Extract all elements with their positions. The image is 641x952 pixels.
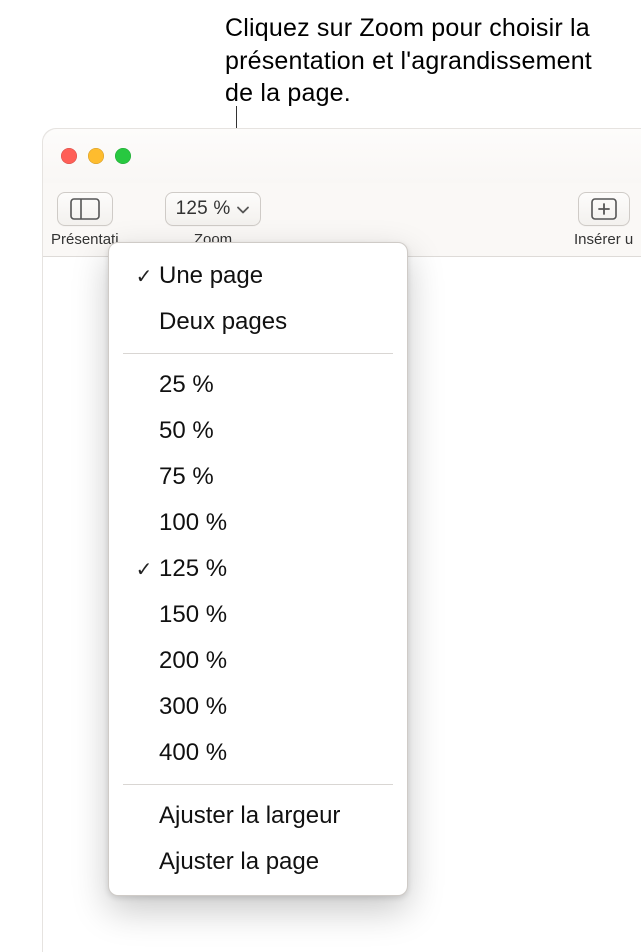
menu-item-zoom-125[interactable]: ✓ 125 % — [109, 546, 407, 592]
window-titlebar — [43, 129, 641, 183]
window-maximize-button[interactable] — [115, 148, 131, 164]
menu-item-label: 200 % — [159, 647, 227, 675]
menu-separator — [123, 353, 393, 354]
menu-item-label: 300 % — [159, 693, 227, 721]
menu-item-label: Ajuster la largeur — [159, 802, 340, 830]
check-icon: ✓ — [129, 557, 159, 582]
menu-item-label: 150 % — [159, 601, 227, 629]
toolbar-item-zoom: 125 % Zoom — [159, 191, 267, 248]
menu-item-zoom-75[interactable]: 75 % — [109, 454, 407, 500]
menu-item-fit-width[interactable]: Ajuster la largeur — [109, 793, 407, 839]
menu-item-zoom-300[interactable]: 300 % — [109, 684, 407, 730]
menu-item-zoom-150[interactable]: 150 % — [109, 592, 407, 638]
plus-page-icon — [591, 198, 617, 220]
menu-item-fit-page[interactable]: Ajuster la page — [109, 839, 407, 885]
menu-item-label: 25 % — [159, 371, 214, 399]
toolbar-item-insert: Insérer un — [574, 191, 634, 248]
window-close-button[interactable] — [61, 148, 77, 164]
callout-text: Cliquez sur Zoom pour choisir la présent… — [225, 12, 615, 110]
toolbar-item-presentation: Présentation — [51, 191, 119, 248]
menu-item-label: 50 % — [159, 417, 214, 445]
presentation-button[interactable] — [57, 192, 113, 226]
menu-item-label: 125 % — [159, 555, 227, 583]
menu-item-label: Une page — [159, 262, 263, 290]
zoom-value: 125 % — [176, 198, 231, 220]
insert-label: Insérer un — [574, 231, 634, 248]
sidebar-icon — [70, 198, 100, 220]
insert-button[interactable] — [578, 192, 630, 226]
chevron-down-icon — [236, 205, 250, 215]
window-minimize-button[interactable] — [88, 148, 104, 164]
menu-item-zoom-100[interactable]: 100 % — [109, 500, 407, 546]
menu-item-label: 75 % — [159, 463, 214, 491]
menu-item-label: 400 % — [159, 739, 227, 767]
menu-item-one-page[interactable]: ✓ Une page — [109, 253, 407, 299]
menu-item-zoom-50[interactable]: 50 % — [109, 408, 407, 454]
menu-item-label: Ajuster la page — [159, 848, 319, 876]
menu-item-label: 100 % — [159, 509, 227, 537]
menu-separator — [123, 784, 393, 785]
menu-item-zoom-200[interactable]: 200 % — [109, 638, 407, 684]
zoom-menu: ✓ Une page Deux pages 25 % 50 % 75 % 100… — [108, 242, 408, 896]
check-icon: ✓ — [129, 264, 159, 289]
menu-item-zoom-25[interactable]: 25 % — [109, 362, 407, 408]
zoom-button[interactable]: 125 % — [165, 192, 262, 226]
menu-item-zoom-400[interactable]: 400 % — [109, 730, 407, 776]
menu-item-label: Deux pages — [159, 308, 287, 336]
menu-item-two-pages[interactable]: Deux pages — [109, 299, 407, 345]
